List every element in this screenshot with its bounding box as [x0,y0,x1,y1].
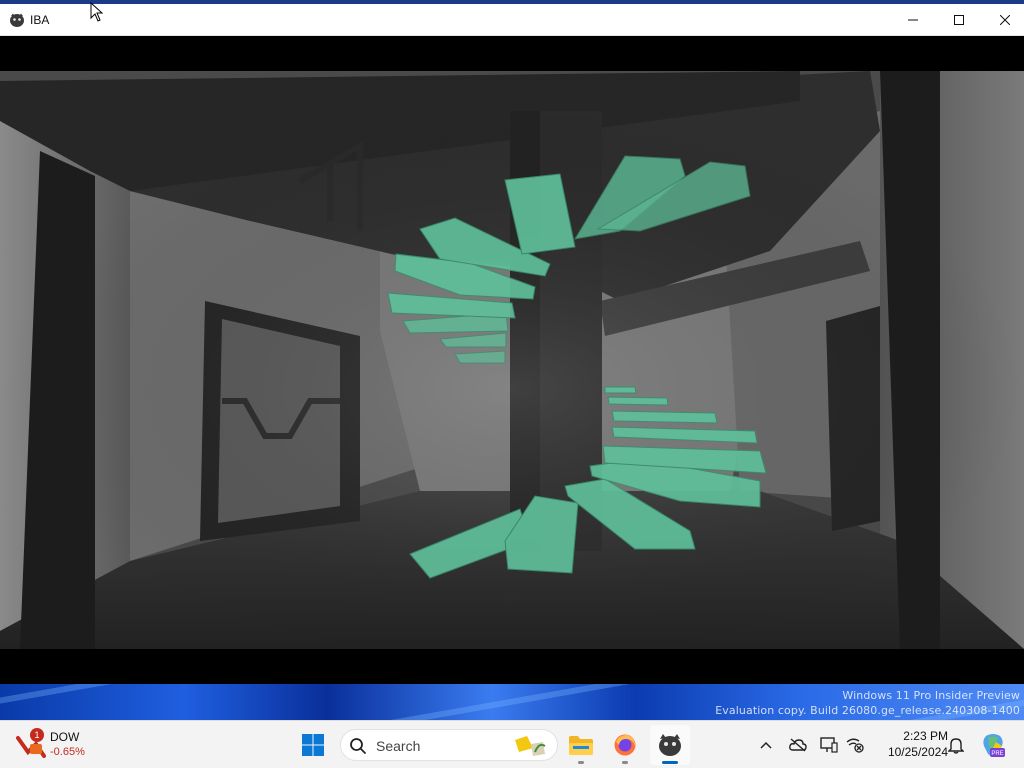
title-bar[interactable]: IBA [0,4,1024,36]
watermark-line-2: Evaluation copy. Build 26080.ge_release.… [715,704,1020,717]
iba-app-icon [9,12,25,28]
game-viewport[interactable] [0,36,1024,684]
mouse-cursor [90,2,104,22]
taskbar-iba[interactable] [650,725,690,765]
taskbar: 1 DOW -0.65% Search 2:23 PM 10/25/2024 P… [0,720,1024,768]
taskbar-firefox[interactable] [605,725,645,765]
stair-step [604,386,637,394]
display-icon [820,737,838,753]
onedrive-button[interactable] [788,735,808,755]
clock-date: 10/25/2024 [887,745,948,759]
stair-step [607,396,669,406]
search-icon [350,738,366,754]
minimize-icon [908,19,918,21]
system-clock[interactable]: 2:23 PM 10/25/2024 [872,728,948,760]
bell-icon [948,738,964,754]
watermark-line-1: Windows 11 Pro Insider Preview [842,689,1020,702]
clock-time: 2:23 PM [903,729,948,743]
search-highlight-icon [515,736,546,756]
stair-step [611,410,718,424]
copilot-icon: PRE [983,734,1005,757]
taskbar-file-explorer[interactable] [561,725,601,765]
search-box[interactable]: Search [340,729,558,761]
display-button[interactable] [819,735,839,755]
search-placeholder: Search [376,738,421,754]
network-disconnected-icon [846,738,864,753]
active-indicator [662,761,678,764]
onedrive-icon [789,738,807,752]
close-button[interactable] [982,4,1024,36]
svg-text:PRE: PRE [991,751,1003,757]
copilot-button[interactable]: PRE [980,732,1006,758]
notification-badge: 1 [30,728,44,742]
show-hidden-icons-button[interactable] [756,735,776,755]
app-window: IBA [0,4,1024,684]
close-icon [1000,15,1010,25]
chevron-up-icon [760,741,772,749]
iba-app-icon [659,734,681,756]
minimize-button[interactable] [890,4,936,36]
stock-widget[interactable]: 1 DOW -0.65% [16,727,106,763]
window-title: IBA [30,13,50,27]
firefox-icon [614,734,636,756]
running-indicator [622,761,628,764]
stock-change: -0.65% [50,746,85,758]
maximize-button[interactable] [936,4,982,36]
notifications-button[interactable] [946,735,966,755]
3d-scene[interactable] [0,71,1024,649]
network-button[interactable] [845,735,865,755]
evaluation-watermark: Windows 11 Pro Insider Preview Evaluatio… [715,688,1020,718]
running-indicator [578,761,584,764]
stock-name: DOW [50,730,80,744]
windows-logo-icon [302,734,324,756]
start-button[interactable] [293,725,333,765]
maximize-icon [954,15,964,25]
folder-icon [569,736,593,755]
